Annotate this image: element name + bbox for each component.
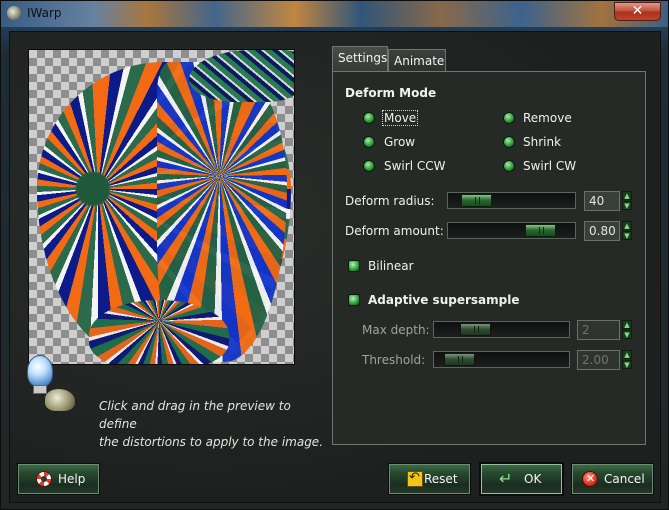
max-depth-spinbox[interactable]: 2 <box>577 320 620 340</box>
radio-swirl-cw[interactable] <box>503 160 515 172</box>
radio-swirl-cw-label[interactable]: Swirl CW <box>523 159 576 173</box>
threshold-spinbox[interactable]: 2.00 <box>577 350 620 370</box>
enter-arrow-icon: ↵ <box>499 469 513 488</box>
reset-arrow-icon <box>407 470 423 487</box>
cancel-icon <box>582 471 598 487</box>
radio-remove[interactable] <box>503 112 515 124</box>
threshold-slider-handle[interactable] <box>444 353 475 366</box>
radio-shrink[interactable] <box>503 136 515 148</box>
deform-radius-spinbox[interactable]: 40 <box>584 191 620 211</box>
window-title: IWarp <box>27 6 62 20</box>
deform-radius-spin-buttons[interactable]: ▲ ▼ <box>622 191 633 211</box>
radio-swirl-ccw-label[interactable]: Swirl CCW <box>384 159 445 173</box>
bilinear-label[interactable]: Bilinear <box>368 259 414 273</box>
deform-amount-spin-buttons[interactable]: ▲ ▼ <box>622 221 633 241</box>
radio-remove-label[interactable]: Remove <box>523 111 572 125</box>
lightbulb-icon <box>27 355 53 387</box>
radio-swirl-ccw[interactable] <box>363 160 375 172</box>
bilinear-checkbox[interactable] <box>348 260 360 272</box>
adaptive-supersample-label[interactable]: Adaptive supersample <box>368 293 519 307</box>
deform-radius-label: Deform radius: <box>345 194 435 208</box>
threshold-slider[interactable] <box>433 351 570 368</box>
ok-button-label: OK <box>524 472 542 486</box>
radio-grow-label[interactable]: Grow <box>384 135 415 149</box>
reset-button[interactable]: Reset <box>388 463 471 495</box>
spin-up-icon[interactable]: ▲ <box>622 191 632 200</box>
tab-settings[interactable]: Settings <box>332 46 388 72</box>
threshold-label: Threshold: <box>362 353 426 367</box>
ok-button[interactable]: ↵ OK <box>480 463 563 495</box>
lightbulb-base <box>33 385 47 394</box>
close-button[interactable]: ✕ <box>614 2 661 21</box>
help-button-label: Help <box>58 472 86 486</box>
close-icon: ✕ <box>631 3 644 19</box>
spin-down-icon[interactable]: ▼ <box>622 201 632 210</box>
deform-amount-spinbox[interactable]: 0.80 <box>584 221 620 241</box>
radio-move-label[interactable]: Move <box>381 110 419 126</box>
max-depth-slider[interactable] <box>433 321 570 338</box>
preview-area[interactable] <box>28 49 295 365</box>
cancel-button-label: Cancel <box>604 472 645 486</box>
settings-panel <box>332 71 646 445</box>
spin-up-icon[interactable]: ▲ <box>622 350 632 359</box>
lightbulb-wilber-icon <box>17 351 77 413</box>
dialog-window: IWarp ✕ Click and drag in the preview to… <box>0 0 669 510</box>
reset-button-label: Reset <box>424 472 458 486</box>
max-depth-spin-buttons[interactable]: ▲ ▼ <box>622 320 633 340</box>
hint-line-2: the distortions to apply to the image. <box>99 435 324 449</box>
lifebuoy-icon <box>36 471 52 487</box>
adaptive-supersample-checkbox[interactable] <box>348 294 360 306</box>
spin-up-icon[interactable]: ▲ <box>622 221 632 230</box>
cancel-button[interactable]: Cancel <box>571 463 654 495</box>
wilber-icon <box>45 389 75 411</box>
tab-animate[interactable]: Animate <box>388 49 446 71</box>
spin-down-icon[interactable]: ▼ <box>622 330 632 339</box>
spin-up-icon[interactable]: ▲ <box>622 320 632 329</box>
deform-amount-slider-handle[interactable] <box>525 224 556 237</box>
deform-radius-slider[interactable] <box>447 192 576 209</box>
max-depth-label: Max depth: <box>362 323 430 337</box>
radio-shrink-label[interactable]: Shrink <box>523 135 561 149</box>
radio-grow[interactable] <box>363 136 375 148</box>
deform-mode-heading: Deform Mode <box>345 86 437 100</box>
warped-image-ear <box>189 50 294 102</box>
spin-down-icon[interactable]: ▼ <box>622 360 632 369</box>
deform-radius-slider-handle[interactable] <box>461 194 492 207</box>
max-depth-slider-handle[interactable] <box>460 323 491 336</box>
deform-amount-slider[interactable] <box>447 222 576 239</box>
threshold-spin-buttons[interactable]: ▲ ▼ <box>622 350 633 370</box>
help-button[interactable]: Help <box>17 463 100 495</box>
deform-amount-label: Deform amount: <box>345 224 444 238</box>
hint-line-1: Click and drag in the preview to define <box>99 399 291 431</box>
gimp-wilber-icon <box>7 6 21 20</box>
warped-image-bottom <box>89 300 229 364</box>
hint-text: Click and drag in the preview to define … <box>99 397 324 451</box>
spin-down-icon[interactable]: ▼ <box>622 231 632 240</box>
title-bar[interactable]: IWarp ✕ <box>1 1 668 27</box>
radio-move[interactable] <box>363 112 375 124</box>
